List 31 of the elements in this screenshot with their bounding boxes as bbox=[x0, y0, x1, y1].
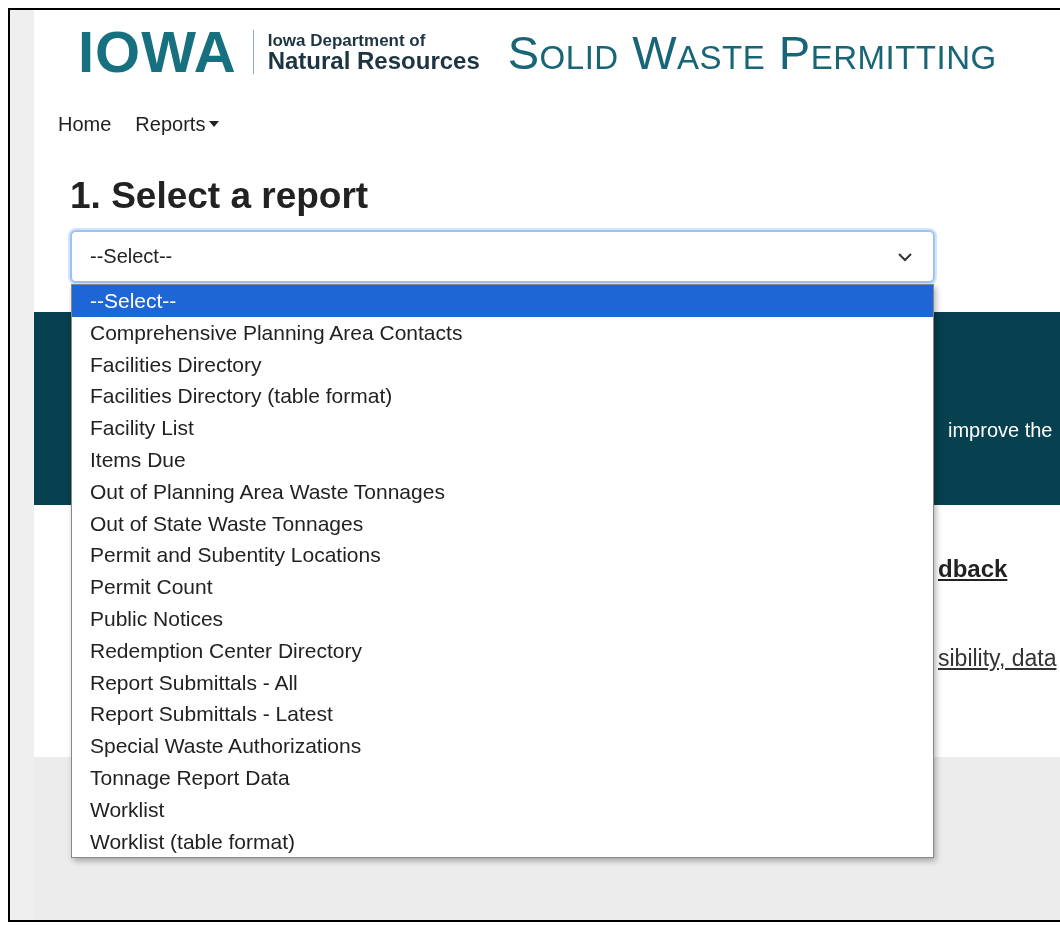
feedback-heading: dback bbox=[938, 555, 1008, 583]
dropdown-option[interactable]: Out of Planning Area Waste Tonnages bbox=[72, 475, 933, 508]
logo-wordmark: IOWA bbox=[78, 23, 237, 81]
dropdown-option[interactable]: Out of State Waste Tonnages bbox=[72, 507, 933, 540]
dropdown-option[interactable]: Facilities Directory bbox=[72, 348, 933, 381]
page-heading: 1. Select a report bbox=[70, 176, 370, 216]
dropdown-option[interactable]: Tonnage Report Data bbox=[72, 761, 933, 794]
report-dropdown[interactable]: --Select-- bbox=[70, 230, 935, 283]
dropdown-option[interactable]: Comprehensive Planning Area Contacts bbox=[72, 316, 933, 349]
dropdown-option[interactable]: Report Submittals - All bbox=[72, 666, 933, 699]
dropdown-option[interactable]: Facility List bbox=[72, 412, 933, 444]
dropdown-option[interactable]: Permit and Subentity Locations bbox=[72, 539, 933, 572]
department-name: Iowa Department of bbox=[267, 31, 427, 49]
dropdown-option[interactable]: Facilities Directory (table format) bbox=[72, 380, 933, 413]
home-link[interactable]: Home bbox=[58, 112, 112, 136]
dropdown-option[interactable]: Report Submittals - Latest bbox=[72, 698, 933, 731]
reports-menu[interactable]: Reports bbox=[135, 112, 220, 136]
dropdown-option[interactable]: --Select-- bbox=[72, 285, 933, 317]
dropdown-option[interactable]: Worklist bbox=[72, 793, 933, 826]
caret-icon bbox=[209, 121, 220, 127]
dropdown-option[interactable]: Items Due bbox=[72, 444, 933, 476]
dropdown-option[interactable]: Special Waste Authorizations bbox=[72, 730, 933, 762]
feedback-link[interactable]: sibility, data bbox=[938, 645, 1057, 672]
chevron-icon bbox=[897, 251, 913, 262]
dropdown-option[interactable]: Permit Count bbox=[72, 571, 933, 603]
department-name: Natural Resources bbox=[267, 48, 480, 73]
site-title: Solid Waste Permitting bbox=[507, 24, 997, 80]
dropdown-option[interactable]: Redemption Center Directory bbox=[72, 634, 933, 667]
banner-text: improve the bbox=[948, 418, 1053, 442]
dropdown-option[interactable]: Public Notices bbox=[72, 602, 933, 635]
dropdown-option[interactable]: Worklist (table format) bbox=[72, 825, 933, 858]
